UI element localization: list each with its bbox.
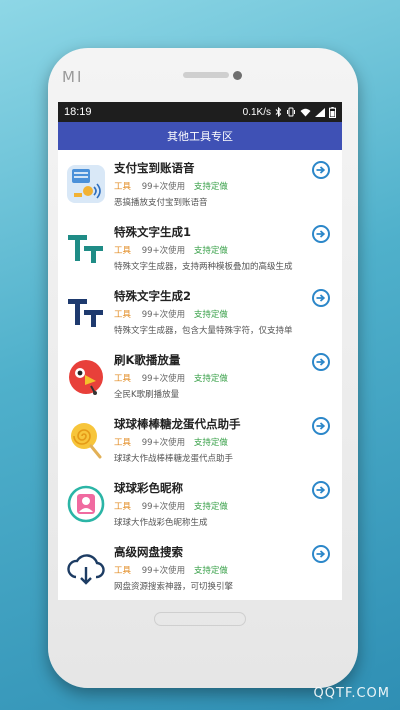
tool-usage: 99+次使用 — [141, 438, 186, 448]
vibrate-icon — [287, 107, 295, 117]
list-item[interactable]: 特殊文字生成1 工具 99+次使用 支持定做 特殊文字生成器，支持两种模板叠加的… — [58, 216, 342, 280]
arrow-right-icon[interactable] — [312, 353, 330, 371]
tt-text-icon — [68, 299, 103, 327]
tool-usage: 99+次使用 — [141, 566, 186, 576]
tool-desc: 球球大作战彩色昵称生成 — [114, 518, 208, 528]
tool-custom: 支持定做 — [193, 438, 228, 448]
arrow-right-icon[interactable] — [312, 417, 330, 435]
tool-custom: 支持定做 — [193, 310, 228, 320]
tool-custom: 支持定做 — [193, 182, 228, 192]
tool-desc: 全民K歌刷播放量 — [114, 390, 180, 400]
status-time: 18:19 — [64, 106, 92, 118]
arrow-right-icon[interactable] — [312, 481, 330, 499]
tool-usage: 99+次使用 — [141, 310, 186, 320]
arrow-right-icon[interactable] — [312, 545, 330, 563]
tool-tag: 工具 — [114, 246, 132, 256]
status-bar: 18:19 0.1K/s — [58, 102, 342, 122]
tool-title: 高级网盘搜索 — [114, 545, 183, 559]
tool-custom: 支持定做 — [193, 246, 228, 256]
list-item[interactable]: 特殊文字生成2 工具 99+次使用 支持定做 特殊文字生成器，包含大量特殊字符，… — [58, 280, 342, 344]
tt-text-icon — [68, 235, 103, 263]
colored-nickname-icon — [67, 485, 105, 523]
list-item[interactable]: 高级网盘搜索 工具 99+次使用 支持定做 网盘资源搜索神器，可切换引擎 — [58, 536, 342, 600]
front-camera — [233, 71, 242, 80]
tool-title: 特殊文字生成2 — [114, 289, 192, 303]
tool-tag: 工具 — [114, 374, 132, 384]
tool-tag: 工具 — [114, 502, 132, 512]
tool-usage: 99+次使用 — [141, 246, 186, 256]
tool-custom: 支持定做 — [193, 502, 228, 512]
app-bar: 其他工具专区 — [58, 122, 342, 150]
tool-tag: 工具 — [114, 438, 132, 448]
tool-usage: 99+次使用 — [141, 374, 186, 384]
tool-title: 特殊文字生成1 — [114, 225, 192, 239]
list-item[interactable]: 球球彩色昵称 工具 99+次使用 支持定做 球球大作战彩色昵称生成 — [58, 472, 342, 536]
cloud-download-icon — [67, 554, 105, 585]
tool-custom: 支持定做 — [193, 566, 228, 576]
tool-desc: 网盘资源搜索神器，可切换引擎 — [114, 582, 234, 592]
list-item[interactable]: 支付宝到账语音 工具 99+次使用 支持定做 恶搞播放支付宝到账语音 — [58, 152, 342, 216]
arrow-right-icon[interactable] — [312, 289, 330, 307]
net-speed: 0.1K/s — [242, 106, 271, 118]
signal-icon — [315, 107, 325, 117]
home-button[interactable] — [154, 612, 246, 626]
list-item[interactable]: 球球棒棒糖龙蛋代点助手 工具 99+次使用 支持定做 球球大作战棒棒糖龙蛋代点助… — [58, 408, 342, 472]
tool-desc: 特殊文字生成器，支持两种模板叠加的高级生成 — [114, 262, 293, 272]
arrow-right-icon[interactable] — [312, 225, 330, 243]
tool-list: 支付宝到账语音 工具 99+次使用 支持定做 恶搞播放支付宝到账语音 特殊文字生… — [58, 150, 342, 600]
earpiece-speaker — [183, 72, 229, 78]
tool-title: 刷K歌播放量 — [114, 353, 181, 367]
tool-custom: 支持定做 — [193, 374, 228, 384]
alipay-voice-icon — [67, 165, 105, 203]
tool-desc: 特殊文字生成器，包含大量特殊字符，仅支持单 — [114, 326, 293, 336]
tool-title: 支付宝到账语音 — [114, 161, 195, 175]
watermark: QQTF.COM — [313, 686, 390, 701]
tool-title: 球球彩色昵称 — [114, 481, 183, 495]
battery-icon — [329, 106, 336, 118]
karaoke-bird-icon — [69, 360, 103, 395]
arrow-right-icon[interactable] — [312, 161, 330, 179]
tool-usage: 99+次使用 — [141, 502, 186, 512]
wifi-icon — [300, 108, 311, 116]
phone-screen: 18:19 0.1K/s 其他工具专区 支付宝到账语音 工具 99+次使用 支持… — [58, 102, 342, 600]
status-icons: 0.1K/s — [242, 106, 336, 118]
lollipop-icon — [71, 423, 102, 459]
tool-usage: 99+次使用 — [141, 182, 186, 192]
tool-title: 球球棒棒糖龙蛋代点助手 — [114, 417, 241, 431]
list-item[interactable]: 刷K歌播放量 工具 99+次使用 支持定做 全民K歌刷播放量 — [58, 344, 342, 408]
tool-tag: 工具 — [114, 310, 132, 320]
tool-tag: 工具 — [114, 182, 132, 192]
tool-tag: 工具 — [114, 566, 132, 576]
tool-desc: 球球大作战棒棒糖龙蛋代点助手 — [114, 454, 234, 464]
page-title: 其他工具专区 — [167, 130, 233, 143]
bluetooth-icon — [275, 107, 282, 117]
tool-desc: 恶搞播放支付宝到账语音 — [114, 198, 208, 208]
device-brand-logo: MI — [62, 68, 84, 86]
